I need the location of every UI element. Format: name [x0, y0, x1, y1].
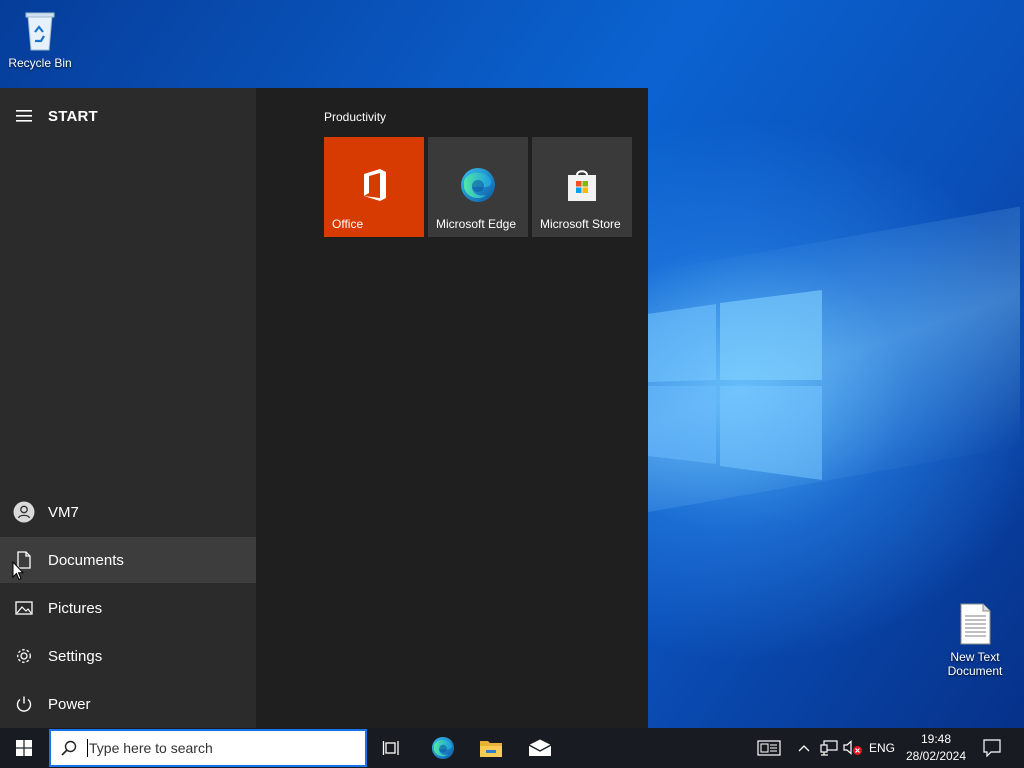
text-caret	[87, 739, 88, 757]
tile-label: Microsoft Edge	[436, 217, 517, 231]
tile-office[interactable]: Office	[324, 137, 424, 237]
desktop-icon-label: New Text Document	[947, 650, 1003, 678]
edge-icon	[431, 736, 455, 760]
notification-icon	[983, 739, 1001, 757]
chevron-up-icon	[798, 745, 810, 752]
text-document-icon	[960, 603, 991, 645]
tile-microsoft-edge[interactable]: Microsoft Edge	[428, 137, 528, 237]
clock-date: 28/02/2024	[905, 749, 967, 763]
start-item-label: Documents	[48, 551, 124, 569]
taskbar-edge-button[interactable]	[419, 728, 467, 768]
mail-icon	[528, 739, 552, 756]
clock-time: 19:48	[920, 732, 952, 746]
start-item-label: Pictures	[48, 599, 103, 617]
start-item-label: Settings	[48, 647, 103, 665]
folder-icon	[480, 741, 502, 757]
tile-label: Office	[332, 217, 364, 231]
start-item-pictures[interactable]: Pictures	[0, 585, 256, 631]
windows-wallpaper-logo-icon	[648, 290, 822, 480]
tile-label: Microsoft Store	[540, 217, 621, 231]
input-language-button[interactable]: ENG	[866, 728, 898, 768]
language-indicator: ENG	[868, 741, 895, 755]
taskbar-clock[interactable]: 19:48 28/02/2024	[900, 731, 972, 765]
desktop-icon-recycle-bin[interactable]: Recycle Bin	[0, 8, 80, 70]
hamburger-menu-button[interactable]	[0, 100, 48, 132]
start-item-documents[interactable]: Documents	[0, 537, 256, 583]
gear-icon	[17, 649, 31, 663]
start-item-power[interactable]: Power	[0, 681, 256, 727]
network-icon	[820, 740, 838, 756]
taskbar-file-explorer-button[interactable]	[467, 728, 515, 768]
power-icon	[16, 696, 32, 712]
start-button[interactable]	[0, 728, 48, 768]
tile-microsoft-store[interactable]: Microsoft Store	[532, 137, 632, 237]
pictures-icon	[15, 601, 33, 615]
network-status-button[interactable]	[818, 728, 840, 768]
taskbar: ENG 19:48 28/02/2024	[0, 728, 1024, 768]
taskbar-mail-button[interactable]	[516, 728, 564, 768]
taskbar-task-view-button[interactable]	[368, 728, 416, 768]
store-icon	[568, 170, 596, 201]
start-item-label: Power	[48, 695, 91, 713]
office-icon	[364, 169, 386, 201]
show-hidden-icons-button[interactable]	[794, 728, 814, 768]
start-menu-title: START	[48, 107, 98, 125]
start-menu-header: START	[0, 100, 256, 132]
user-name: VM7	[48, 503, 79, 521]
start-menu: START VM7 Documents Pictures Settings Po…	[0, 88, 648, 728]
news-icon	[757, 740, 781, 756]
search-icon	[61, 740, 77, 756]
desktop-icon-label: Recycle Bin	[8, 56, 72, 70]
hamburger-icon	[16, 110, 32, 122]
edge-icon	[461, 168, 495, 202]
start-item-settings[interactable]: Settings	[0, 633, 256, 679]
start-user-account[interactable]: VM7	[0, 489, 256, 535]
news-widget-button[interactable]	[752, 728, 786, 768]
search-input[interactable]	[89, 740, 349, 756]
volume-muted-icon	[843, 740, 862, 755]
recycle-bin-icon	[25, 12, 55, 51]
taskbar-search-box[interactable]	[49, 729, 367, 767]
volume-button[interactable]	[842, 728, 864, 768]
windows-start-icon	[16, 740, 32, 756]
desktop-icon-new-text-document[interactable]: New Text Document	[935, 602, 1015, 678]
task-view-icon	[382, 741, 399, 755]
tile-group-label: Productivity	[324, 110, 387, 124]
action-center-button[interactable]	[976, 728, 1008, 768]
user-icon	[13, 501, 35, 523]
mouse-cursor-icon	[12, 561, 24, 581]
start-menu-left-pane: START VM7 Documents Pictures Settings Po…	[0, 88, 256, 728]
